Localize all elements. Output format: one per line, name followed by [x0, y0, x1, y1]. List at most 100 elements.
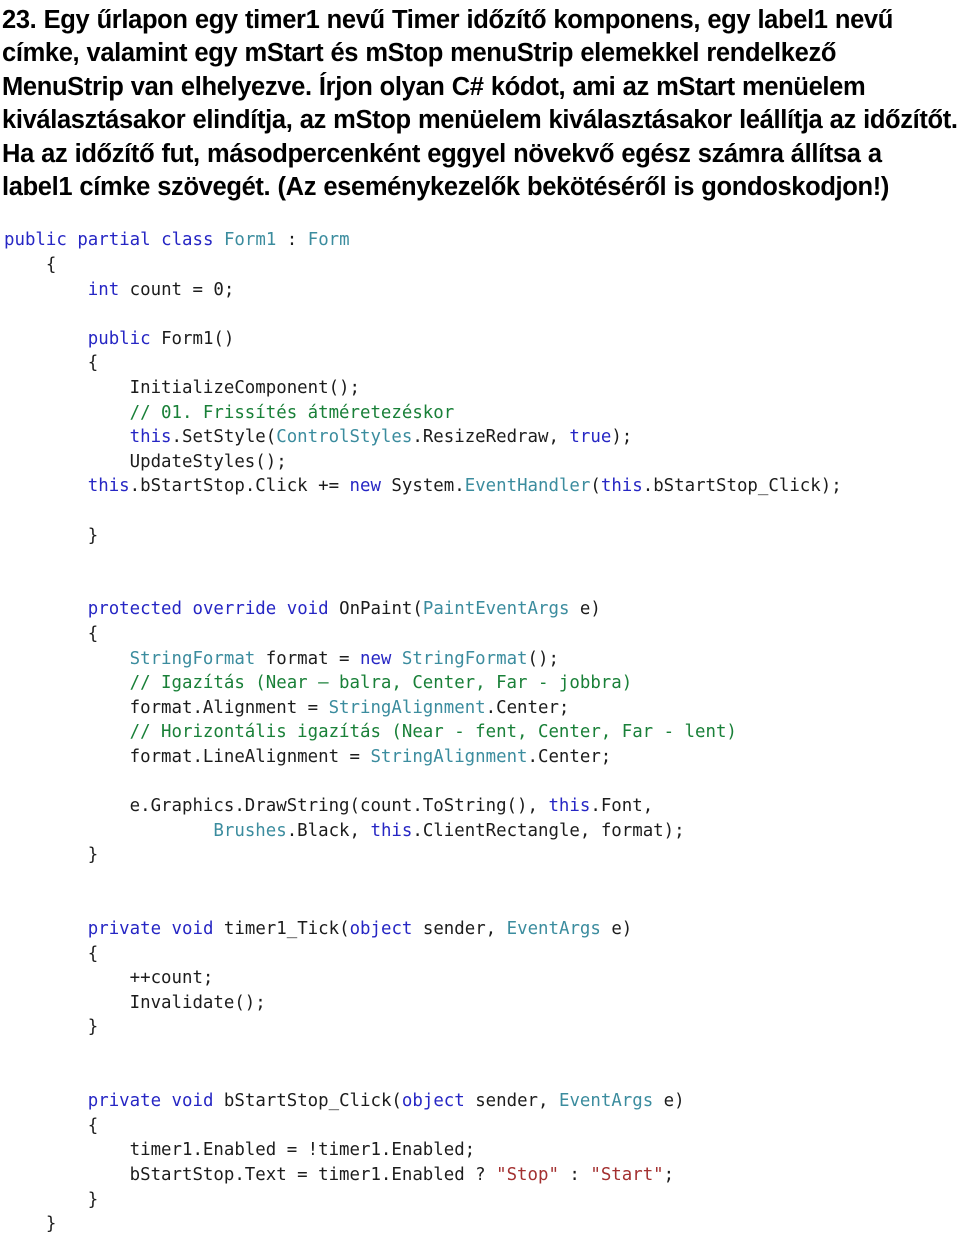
code-token: OnPaint(	[328, 599, 423, 620]
code-token: StringFormat	[129, 648, 256, 669]
code-token: ControlStyles	[276, 427, 413, 448]
question-prompt-text: 23. Egy űrlapon egy timer1 nevű Timer id…	[2, 6, 958, 202]
code-token: this	[600, 476, 643, 497]
code-line: {	[4, 1114, 960, 1139]
code-token: protected	[87, 599, 182, 620]
code-token: {	[87, 943, 99, 964]
code-token: EventArgs	[558, 1091, 654, 1112]
code-line: format.Alignment = StringAlignment.Cente…	[4, 696, 960, 721]
code-line: this.SetStyle(ControlStyles.ResizeRedraw…	[4, 425, 960, 450]
code-token: timer1.Enabled = !timer1.Enabled;	[129, 1140, 476, 1161]
code-token: sender,	[464, 1091, 559, 1112]
code-token: true	[569, 427, 612, 448]
code-token: sender,	[412, 919, 507, 940]
code-line: ++count;	[4, 966, 960, 991]
code-token: UpdateStyles();	[129, 451, 287, 472]
code-token: .ClientRectangle, format);	[412, 820, 685, 841]
code-token: EventHandler	[464, 476, 591, 497]
code-line: e.Graphics.DrawString(count.ToString(), …	[4, 794, 960, 819]
code-token: object	[401, 1091, 465, 1112]
code-token: "Start"	[590, 1165, 664, 1185]
code-token: System.	[380, 476, 465, 497]
code-token: public	[87, 328, 151, 349]
code-token: {	[87, 353, 99, 374]
code-token: ();	[527, 648, 559, 669]
code-line: InitializeComponent();	[4, 376, 960, 401]
code-token: count = 0;	[119, 279, 235, 300]
code-token: void	[286, 599, 329, 620]
code-token: e)	[653, 1091, 685, 1112]
code-token: this	[370, 820, 413, 841]
code-token: EventArgs	[506, 919, 601, 940]
code-token: PaintEventArgs	[422, 599, 570, 620]
code-token: }	[87, 845, 99, 866]
code-token: .Font,	[590, 796, 654, 817]
code-token: // Igazítás (Near – balra, Center, Far -…	[129, 673, 633, 694]
code-line: }	[4, 1015, 960, 1040]
code-line: UpdateStyles();	[4, 450, 960, 475]
code-line: format.LineAlignment = StringAlignment.C…	[4, 745, 960, 770]
code-token: }	[87, 1017, 99, 1038]
code-token: new	[349, 476, 381, 497]
code-token: format.Alignment =	[129, 697, 329, 718]
code-token: Form1	[223, 230, 277, 251]
code-line: {	[4, 351, 960, 376]
code-token: bStartStop.Text = timer1.Enabled ?	[129, 1165, 497, 1185]
code-token: ++count;	[129, 968, 214, 989]
code-token: {	[87, 623, 99, 644]
code-token: .Center;	[527, 746, 612, 767]
code-token: .Center;	[485, 697, 570, 718]
code-token: public	[4, 230, 67, 251]
code-token: .SetStyle(	[171, 427, 277, 448]
code-line: bStartStop.Text = timer1.Enabled ? "Stop…	[4, 1163, 960, 1188]
code-token: {	[45, 255, 57, 276]
document-page: 23. Egy űrlapon egy timer1 nevű Timer id…	[0, 0, 960, 1237]
code-token: {	[87, 1115, 99, 1136]
code-line: protected override void OnPaint(PaintEve…	[4, 597, 960, 622]
code-line: Brushes.Black, this.ClientRectangle, for…	[4, 819, 960, 844]
code-line: {	[4, 622, 960, 647]
code-token: StringAlignment	[370, 746, 528, 767]
code-token: e)	[569, 599, 601, 620]
code-token: }	[45, 1214, 57, 1235]
code-line: }	[4, 524, 960, 549]
code-token: bStartStop_Click(	[213, 1091, 402, 1112]
code-token: timer1_Tick(	[213, 919, 350, 940]
code-token: );	[611, 427, 633, 448]
code-token: }	[87, 525, 99, 546]
code-token: Brushes	[213, 820, 287, 841]
code-line: this.bStartStop.Click += new System.Even…	[4, 474, 960, 499]
code-line: {	[4, 942, 960, 967]
code-line: // Horizontális igazítás (Near - fent, C…	[4, 720, 960, 745]
code-token: // Horizontális igazítás (Near - fent, C…	[129, 722, 737, 743]
code-token: .Black,	[286, 820, 371, 841]
code-token: Form	[307, 230, 350, 251]
code-token: this	[87, 476, 130, 497]
code-line: public partial class Form1 : Form	[4, 228, 960, 253]
csharp-code-listing: public partial class Form1 : Form { int …	[0, 204, 960, 1236]
code-token: (	[590, 476, 601, 497]
code-token: format =	[255, 648, 360, 669]
code-token: InitializeComponent();	[129, 378, 360, 398]
code-line: int count = 0;	[4, 278, 960, 303]
code-line: }	[4, 843, 960, 868]
code-token: // 01. Frissítés átméretezéskor	[129, 402, 455, 423]
code-line: private void timer1_Tick(object sender, …	[4, 917, 960, 942]
code-token: this	[548, 796, 591, 817]
code-token: int	[87, 279, 120, 300]
code-line: StringFormat format = new StringFormat()…	[4, 647, 960, 672]
code-token: ;	[663, 1165, 675, 1185]
code-token: format.LineAlignment =	[129, 746, 371, 767]
code-line: // 01. Frissítés átméretezéskor	[4, 401, 960, 426]
